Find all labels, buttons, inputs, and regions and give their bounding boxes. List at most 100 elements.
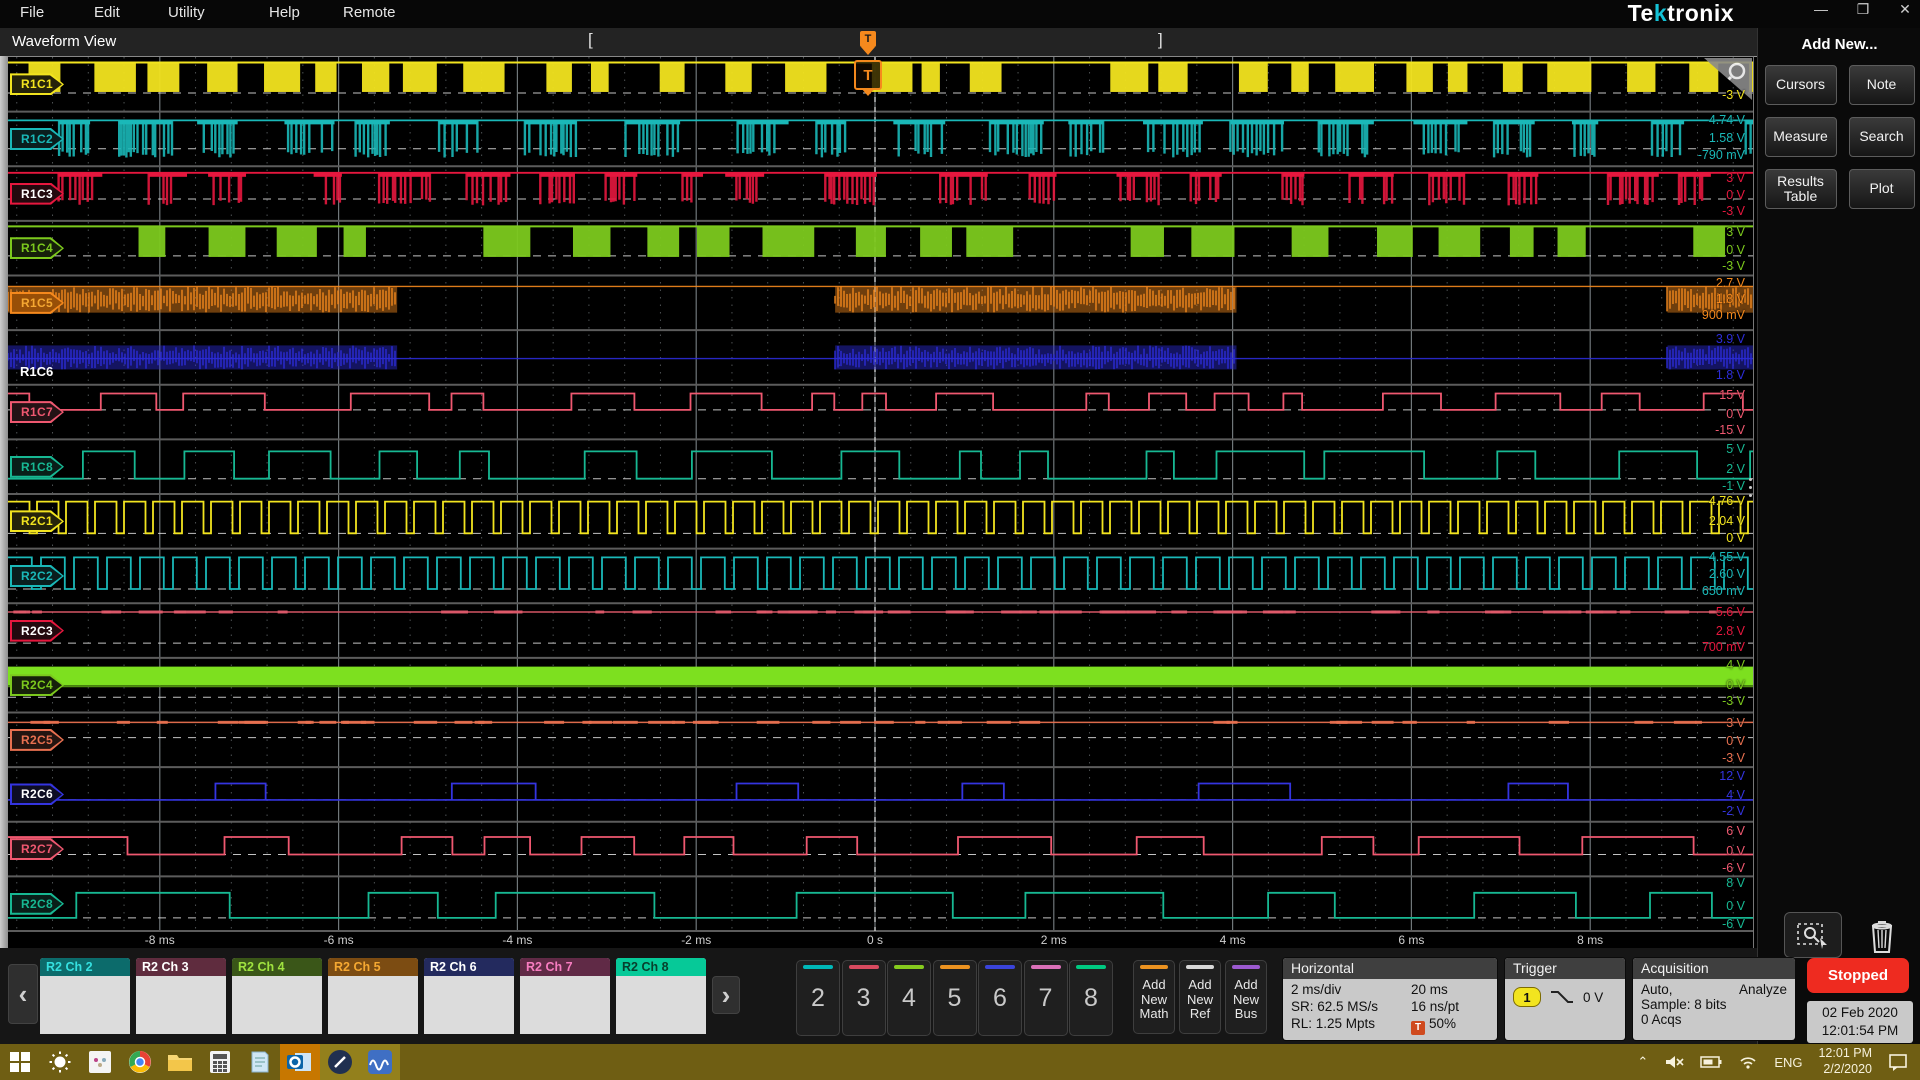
channel-button-5[interactable]: 5 xyxy=(932,960,977,1036)
channel-badge-r1c5[interactable]: R1C5 xyxy=(10,291,64,314)
scale-label-r1c5: 900 mV xyxy=(1701,308,1745,323)
plot-left-scroll-strip[interactable] xyxy=(0,56,8,948)
trigger-indicator-badge[interactable]: T xyxy=(854,60,882,90)
run-stop-status-button[interactable]: Stopped xyxy=(1807,958,1909,993)
channel-tab-r2-ch-8[interactable]: R2 Ch 8 xyxy=(616,958,706,1034)
scale-label-r1c2: -790 mV xyxy=(1697,147,1745,162)
add-new-bus-button[interactable]: Add New Bus xyxy=(1225,960,1267,1034)
channel-badge-r1c1[interactable]: R1C1 xyxy=(10,73,64,96)
channel-badge-r2c8[interactable]: R2C8 xyxy=(10,892,64,915)
channel-badge-r1c7[interactable]: R1C7 xyxy=(10,401,64,424)
channel-tab-r2-ch-5[interactable]: R2 Ch 5 xyxy=(328,958,418,1034)
language-indicator[interactable]: ENG xyxy=(1774,1055,1802,1070)
trigger-panel[interactable]: Trigger 1 0 V xyxy=(1505,958,1625,1040)
trigger-position-marker[interactable]: T xyxy=(860,31,876,47)
channel-button-7[interactable]: 7 xyxy=(1023,960,1068,1036)
waveform-view-tab[interactable]: Waveform View xyxy=(12,33,116,50)
channel-button-8[interactable]: 8 xyxy=(1069,960,1113,1036)
channel-badge-r2c4[interactable]: R2C4 xyxy=(10,674,64,697)
menu-utility[interactable]: Utility xyxy=(168,4,205,21)
taskbar-pen-icon[interactable] xyxy=(320,1044,360,1080)
horizontal-position: T 50% xyxy=(1411,1016,1497,1035)
tray-chevron-icon[interactable]: ⌃ xyxy=(1637,1054,1648,1070)
channel-badge-r1c6[interactable]: R1C6 xyxy=(20,364,53,379)
scale-label-r2c7: 6 V xyxy=(1726,823,1745,838)
add-new-panel: Add New... Cursors Note Measure Search Resul… xyxy=(1757,28,1920,1044)
scale-label-r1c8: 2 V xyxy=(1726,462,1745,477)
action-center-icon[interactable] xyxy=(1888,1053,1908,1071)
channel-badge-r2c2[interactable]: R2C2 xyxy=(10,564,64,587)
taskbar-explorer-icon[interactable] xyxy=(160,1044,200,1080)
trigger-panel-title: Trigger xyxy=(1505,958,1625,979)
channel-badge-r2c5[interactable]: R2C5 xyxy=(10,728,64,751)
scale-label-r2c4: 0 V xyxy=(1726,677,1745,692)
scale-label-r1c3: 0 V xyxy=(1726,188,1745,203)
channel-button-6[interactable]: 6 xyxy=(978,960,1022,1036)
add-new-math-button[interactable]: Add New Math xyxy=(1133,960,1175,1034)
zoom-bracket-right[interactable]: ] xyxy=(1158,30,1163,50)
scale-label-r1c4: 0 V xyxy=(1726,242,1745,257)
menu-file[interactable]: File xyxy=(20,4,44,21)
channel-badge-r2c7[interactable]: R2C7 xyxy=(10,838,64,861)
scale-label-r1c8: 5 V xyxy=(1726,441,1745,456)
channel-badge-r2c1[interactable]: R2C1 xyxy=(10,510,64,533)
taskbar-sun-icon[interactable] xyxy=(40,1044,80,1080)
taskbar-notepad-icon[interactable] xyxy=(240,1044,280,1080)
battery-icon[interactable] xyxy=(1700,1055,1722,1069)
channel-badge-r2c3[interactable]: R2C3 xyxy=(10,619,64,642)
taskbar-calculator-icon[interactable] xyxy=(200,1044,240,1080)
zoom-select-tool-button[interactable] xyxy=(1784,912,1842,958)
zoom-bracket-left[interactable]: [ xyxy=(588,30,593,50)
windows-taskbar: ⌃ ENG 12:01 PM 2/2/2020 xyxy=(0,1044,1920,1080)
channel-tab-r2-ch-4[interactable]: R2 Ch 4 xyxy=(232,958,322,1034)
scroll-channels-left-button[interactable]: ‹ xyxy=(8,964,38,1024)
acquisition-panel[interactable]: Acquisition Auto, Analyze Sample: 8 bits… xyxy=(1633,958,1795,1040)
add-new-buttons: Cursors Note Measure Search Results Table Plo… xyxy=(1758,65,1920,209)
waveform-plot[interactable]: -8 ms -6 ms -4 ms -2 ms 0 s 2 ms 4 ms 6 ms 8 ms R… xyxy=(8,56,1754,949)
menu-help[interactable]: Help xyxy=(269,4,300,21)
channel-badge-r1c8[interactable]: R1C8 xyxy=(10,455,64,478)
tray-clock[interactable]: 12:01 PM 2/2/2020 xyxy=(1818,1046,1872,1077)
volume-muted-icon[interactable] xyxy=(1664,1054,1684,1070)
taskbar-tekscope-icon[interactable] xyxy=(360,1044,400,1080)
scroll-channels-right-button[interactable]: › xyxy=(712,976,740,1014)
scale-label-r2c6: 4 V xyxy=(1726,787,1745,802)
channel-tab-r2-ch-7[interactable]: R2 Ch 7 xyxy=(520,958,610,1034)
scale-label-r1c6: 3.9 V xyxy=(1715,332,1745,347)
channel-tab-r2-ch-6[interactable]: R2 Ch 6 xyxy=(424,958,514,1034)
trash-icon[interactable] xyxy=(1860,912,1904,960)
taskbar-chrome-icon[interactable] xyxy=(120,1044,160,1080)
results-table-button[interactable]: Results Table xyxy=(1764,169,1837,209)
taskbar-outlook-icon[interactable] xyxy=(280,1044,320,1080)
scale-label-r2c4: 4 V xyxy=(1726,657,1745,672)
channel-badge-r2c6[interactable]: R2C6 xyxy=(10,783,64,806)
menu-edit[interactable]: Edit xyxy=(94,4,120,21)
taskbar-icons xyxy=(0,1044,400,1080)
menu-remote[interactable]: Remote xyxy=(343,4,396,21)
wifi-icon[interactable] xyxy=(1738,1054,1758,1070)
channel-badge-r1c4[interactable]: R1C4 xyxy=(10,237,64,260)
scale-label-r1c7: 0 V xyxy=(1726,406,1745,421)
horizontal-resolution: 16 ns/pt xyxy=(1411,999,1460,1014)
search-button[interactable]: Search xyxy=(1848,117,1915,157)
taskbar-start-icon[interactable] xyxy=(0,1044,40,1080)
scale-label-r2c5: 0 V xyxy=(1726,734,1745,749)
horizontal-panel[interactable]: Horizontal 2 ms/div 20 ms SR: 62.5 MS/s … xyxy=(1283,958,1497,1040)
note-button[interactable]: Note xyxy=(1848,65,1915,105)
channel-button-4[interactable]: 4 xyxy=(887,960,931,1036)
channel-button-3[interactable]: 3 xyxy=(841,960,886,1036)
plot-button[interactable]: Plot xyxy=(1848,169,1915,209)
close-button[interactable]: ✕ xyxy=(1896,1,1914,18)
channel-badge-r1c3[interactable]: R1C3 xyxy=(10,182,64,205)
channel-badge-r1c2[interactable]: R1C2 xyxy=(10,127,64,150)
add-new-ref-button[interactable]: Add New Ref xyxy=(1179,960,1221,1034)
measure-button[interactable]: Measure xyxy=(1764,117,1837,157)
restore-button[interactable]: ❐ xyxy=(1854,1,1872,18)
channel-tab-r2-ch-2[interactable]: R2 Ch 2 xyxy=(40,958,130,1034)
cursors-button[interactable]: Cursors xyxy=(1764,65,1837,105)
channel-button-2[interactable]: 2 xyxy=(796,960,840,1036)
scale-label-r1c2: 1.58 V xyxy=(1708,131,1745,146)
minimize-button[interactable]: — xyxy=(1812,1,1830,18)
taskbar-people-icon[interactable] xyxy=(80,1044,120,1080)
channel-tab-r2-ch-3[interactable]: R2 Ch 3 xyxy=(136,958,226,1034)
